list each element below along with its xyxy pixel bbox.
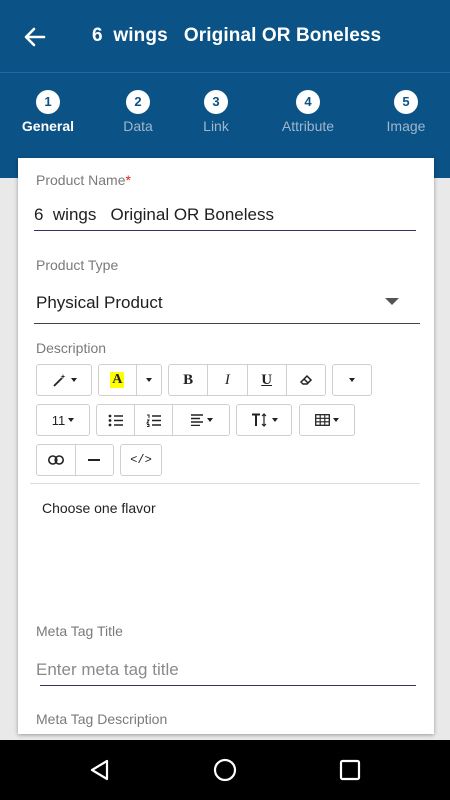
product-name-label-text: Product Name: [36, 172, 126, 188]
meta-title-underline: [40, 685, 416, 686]
step-label: General: [21, 118, 75, 134]
step-number: 1: [36, 90, 60, 114]
tab-data[interactable]: 2 Data: [93, 73, 183, 153]
caret-down-icon: [145, 378, 152, 382]
font-style-group: B I U: [168, 364, 326, 396]
step-label: Attribute: [281, 118, 335, 134]
line-height-button[interactable]: [237, 405, 291, 435]
product-type-select[interactable]: Physical Product: [36, 293, 163, 313]
caret-down-icon: [333, 418, 339, 422]
link-icon: [47, 455, 64, 465]
meta-title-input[interactable]: Enter meta tag title: [36, 660, 179, 680]
font-size-group: 11: [36, 404, 90, 436]
tab-general[interactable]: 1 General: [3, 73, 93, 153]
code-group: </>: [120, 444, 162, 476]
caret-down-icon: [70, 378, 77, 382]
meta-title-label: Meta Tag Title: [36, 623, 123, 639]
unordered-list-button[interactable]: [97, 405, 136, 435]
tab-image[interactable]: 5 Image: [361, 73, 450, 153]
eraser-icon: [299, 374, 312, 385]
editor-divider: [30, 483, 420, 484]
code-view-button[interactable]: </>: [121, 445, 161, 475]
system-nav-bar: [0, 740, 450, 800]
bold-button[interactable]: B: [169, 365, 209, 395]
step-number: 5: [394, 90, 418, 114]
insert-table-button[interactable]: [300, 405, 354, 435]
caret-down-icon: [349, 378, 355, 382]
numbered-list-icon: [145, 414, 161, 427]
nav-recents-icon[interactable]: [336, 756, 364, 784]
more-dropdown-button[interactable]: [333, 365, 371, 395]
tab-attribute[interactable]: 4 Attribute: [263, 73, 353, 153]
magic-wand-style-button[interactable]: [37, 365, 91, 395]
page-title: 6 wings Original OR Boneless: [92, 25, 382, 46]
insert-group: [36, 444, 114, 476]
ordered-list-button[interactable]: [135, 405, 174, 435]
caret-down-icon: [271, 418, 278, 422]
dropdown-arrow-icon[interactable]: [385, 298, 399, 305]
horizontal-rule-button[interactable]: [76, 445, 114, 475]
step-number: 2: [126, 90, 150, 114]
nav-back-icon[interactable]: [86, 756, 114, 784]
bullet-list-icon: [108, 414, 123, 426]
step-number: 3: [204, 90, 228, 114]
description-editor[interactable]: Choose one flavor: [42, 500, 156, 516]
list-group: [96, 404, 230, 436]
required-mark: *: [125, 172, 131, 188]
product-name-label: Product Name*: [36, 172, 131, 188]
caret-down-icon: [206, 418, 213, 422]
caret-down-icon: [68, 418, 75, 422]
line-height-group: [236, 404, 292, 436]
product-name-input[interactable]: 6 wings Original OR Boneless: [34, 205, 274, 225]
tab-link[interactable]: 3 Link: [171, 73, 261, 153]
clear-format-button[interactable]: [287, 365, 325, 395]
back-arrow-icon[interactable]: [20, 22, 50, 52]
step-tabs: 1 General 2 Data 3 Link 4 Attribute 5 Im…: [0, 72, 450, 152]
step-label: Data: [123, 118, 153, 134]
style-group: [36, 364, 92, 396]
magic-wand-icon: [52, 374, 66, 387]
font-size-button[interactable]: 11: [37, 405, 89, 435]
text-color-button[interactable]: A: [99, 365, 137, 395]
table-group: [299, 404, 355, 436]
nav-home-icon[interactable]: [211, 756, 239, 784]
color-group: A: [98, 364, 162, 396]
product-type-underline: [34, 323, 420, 324]
align-icon: [190, 414, 203, 426]
underline-button[interactable]: U: [248, 365, 287, 395]
description-label: Description: [36, 340, 107, 356]
table-icon: [315, 414, 330, 426]
step-label: Link: [203, 118, 229, 134]
highlight-color-icon: A: [110, 372, 125, 388]
app-bar: 6 wings Original OR Boneless: [0, 0, 450, 72]
minus-icon: [88, 459, 101, 461]
more-dropdown-group: [332, 364, 372, 396]
product-name-underline: [34, 230, 416, 231]
product-type-label: Product Type: [36, 257, 119, 273]
insert-link-button[interactable]: [37, 445, 76, 475]
meta-description-label: Meta Tag Description: [36, 711, 168, 727]
step-label: Image: [386, 118, 426, 134]
paragraph-align-button[interactable]: [173, 405, 229, 435]
text-height-icon: [251, 413, 266, 427]
color-dropdown-button[interactable]: [137, 365, 161, 395]
font-size-value: 11: [51, 412, 66, 428]
step-number: 4: [296, 90, 320, 114]
italic-button[interactable]: I: [208, 365, 248, 395]
product-form-card: Product Name* 6 wings Original OR Bonele…: [18, 158, 434, 734]
